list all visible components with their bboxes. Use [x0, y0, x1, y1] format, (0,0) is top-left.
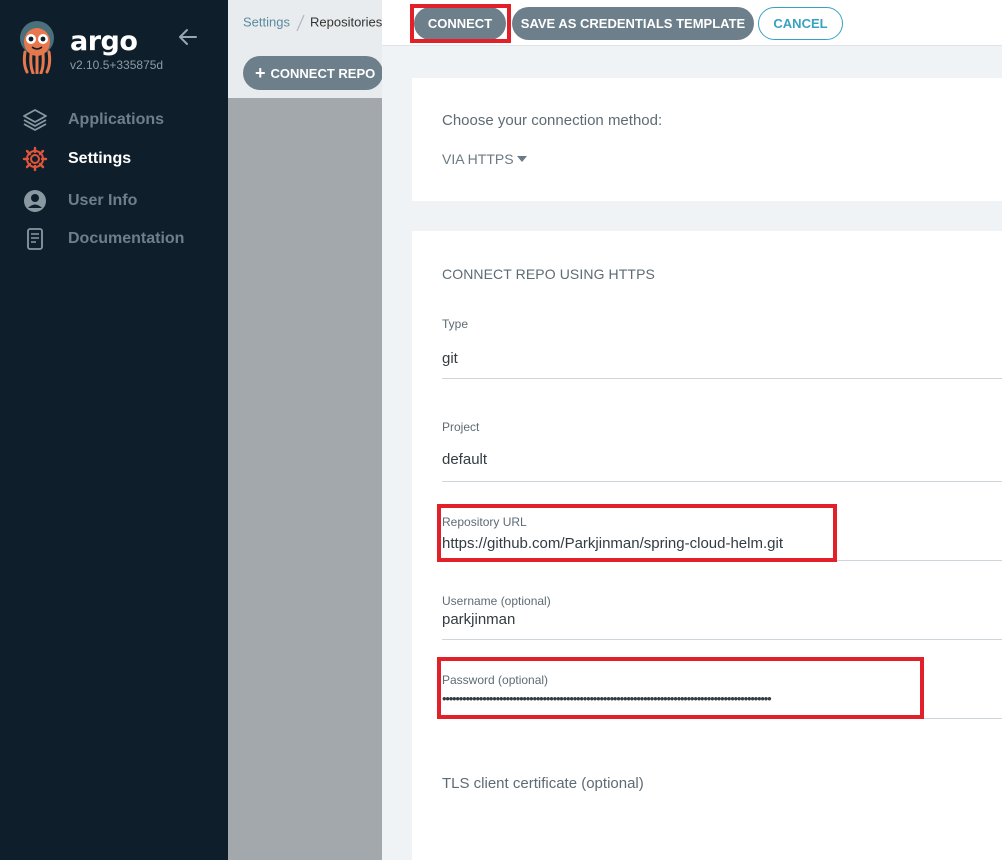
argo-octopus-logo-icon	[20, 21, 54, 74]
connection-method-label: Choose your connection method:	[442, 112, 663, 129]
connect-repo-panel: CONNECT SAVE AS CREDENTIALS TEMPLATE CAN…	[382, 0, 1002, 860]
panel-action-bar: CONNECT SAVE AS CREDENTIALS TEMPLATE CAN…	[382, 0, 1002, 46]
sidebar-item-documentation[interactable]: Documentation	[22, 225, 184, 253]
breadcrumb: Settings Repositories	[243, 14, 382, 32]
type-field[interactable]: Type git	[442, 315, 1002, 379]
breadcrumb-settings-link[interactable]: Settings	[243, 14, 290, 29]
form-section-title: CONNECT REPO USING HTTPS	[442, 266, 655, 282]
sidebar-item-label: Applications	[68, 111, 165, 128]
page-overlay: Settings Repositories + CONNECT REPO	[228, 0, 383, 860]
connection-method-card: Choose your connection method: VIA HTTPS	[412, 78, 1002, 201]
username-label: Username (optional)	[442, 594, 551, 608]
project-value: default	[442, 451, 488, 468]
type-value: git	[442, 350, 458, 367]
version-label: v2.10.5+335875d	[70, 58, 164, 72]
sidebar-item-settings[interactable]: Settings	[22, 145, 131, 173]
sidebar-item-label: Documentation	[68, 230, 185, 247]
brand-name: argo	[70, 26, 138, 57]
connect-button[interactable]: CONNECT	[414, 7, 506, 40]
project-field[interactable]: Project default	[442, 418, 1002, 482]
sidebar-item-user-info[interactable]: User Info	[22, 187, 137, 215]
caret-down-icon	[516, 156, 527, 162]
user-icon	[22, 188, 48, 214]
connect-repo-form-card: CONNECT REPO USING HTTPS Type git Projec…	[412, 231, 1002, 860]
password-label: Password (optional)	[442, 673, 549, 687]
breadcrumb-separator-icon	[296, 14, 305, 32]
sidebar-item-label: Settings	[68, 150, 132, 167]
save-as-credentials-template-button[interactable]: SAVE AS CREDENTIALS TEMPLATE	[512, 7, 754, 40]
collapse-arrow-icon[interactable]	[177, 26, 199, 48]
plus-icon: +	[255, 63, 266, 83]
page-header: Settings Repositories + CONNECT REPO	[228, 0, 383, 98]
sidebar: argo v2.10.5+335875d Applications Settin…	[0, 0, 228, 860]
project-label: Project	[442, 420, 480, 434]
book-icon	[22, 226, 48, 252]
username-value: parkjinman	[442, 611, 516, 628]
repository-url-value: https://github.com/Parkjinman/spring-clo…	[442, 535, 783, 552]
cancel-button[interactable]: CANCEL	[758, 7, 843, 40]
sidebar-item-label: User Info	[68, 192, 138, 209]
gear-icon	[22, 146, 48, 172]
password-input[interactable]: Password (optional) ••••••••••••••••••••…	[442, 671, 1002, 719]
password-value: ••••••••••••••••••••••••••••••••••••••••…	[442, 691, 772, 706]
tls-client-certificate-label: TLS client certificate (optional)	[442, 775, 644, 792]
connect-repo-button[interactable]: + CONNECT REPO	[243, 56, 383, 90]
type-label: Type	[442, 317, 469, 331]
layers-icon	[22, 107, 48, 133]
repository-url-label: Repository URL	[442, 515, 527, 529]
repository-url-input[interactable]: Repository URL https://github.com/Parkji…	[442, 513, 1002, 561]
connection-method-dropdown[interactable]: VIA HTTPS	[442, 151, 527, 167]
breadcrumb-current: Repositories	[309, 14, 383, 30]
username-input[interactable]: Username (optional) parkjinman	[442, 592, 1002, 640]
sidebar-item-applications[interactable]: Applications	[22, 106, 164, 134]
